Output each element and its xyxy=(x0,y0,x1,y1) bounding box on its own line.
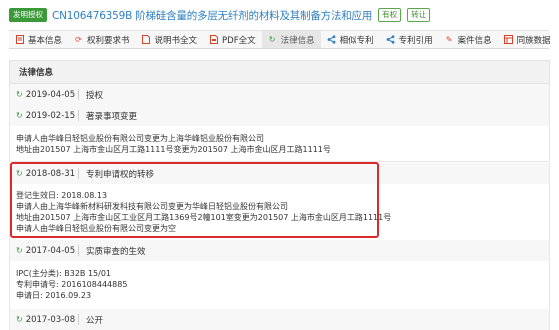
record-header: ↻ 2017-04-05 实质审查的生效 xyxy=(10,240,549,261)
detail-line: 申请日: 2016.09.23 xyxy=(16,291,92,300)
refresh-icon: ↻ xyxy=(16,111,23,120)
detail-line: 登记生效日: 2018.08.13 xyxy=(16,191,108,200)
refresh-icon: ↻ xyxy=(16,90,23,99)
share-icon xyxy=(327,35,336,44)
record-header: ↻ 2019-04-05 授权 xyxy=(10,84,549,105)
legal-record: ↻ 2017-03-08 公开 xyxy=(9,309,550,330)
record-date: 2017-03-08 xyxy=(25,314,76,325)
tab-similar[interactable]: 相似专利 xyxy=(321,31,380,48)
tab-label: 权利要求书 xyxy=(87,35,130,46)
tab-pdf[interactable]: PDF全文 xyxy=(203,31,262,48)
file-icon xyxy=(142,35,151,44)
legal-info-panel: 法律信息 ↻ 2019-04-05 授权 ↻ 2019-02-15 著录事项变更 申… xyxy=(9,60,550,330)
tab-label: 说明书全文 xyxy=(154,35,198,46)
detail-line: 地址由201507 上海市金山区月工路1111号变更为201507 上海市金山区… xyxy=(16,145,331,154)
tab-label: 基本信息 xyxy=(28,35,63,46)
transfer-badge: 转让 xyxy=(407,8,431,22)
tab-label: 专利引用 xyxy=(398,35,433,46)
record-event: 实质审查的生效 xyxy=(86,246,146,257)
tab-citations[interactable]: 专利引用 xyxy=(380,31,439,48)
detail-line: 专利申请号: 2016108444885 xyxy=(16,280,128,289)
sync-icon: ⟳ xyxy=(75,35,82,44)
tab-label: 相似专利 xyxy=(339,35,374,46)
record-date: 2018-08-31 xyxy=(25,168,76,179)
record-details: 申请人由华峰日轻铝业股份有限公司变更为上海华峰铝业股份有限公司 地址由20150… xyxy=(10,126,549,161)
tab-label: 案件信息 xyxy=(457,35,492,46)
tab-label: 同族数据 xyxy=(516,35,551,46)
detail-line: 申请人由上海华峰新材料研发科技有限公司变更为华峰日轻铝业股份有限公司 xyxy=(16,202,288,211)
tab-claims[interactable]: ⟳ 权利要求书 xyxy=(68,31,136,48)
legal-record: ↻ 2018-08-31 专利申请权的转移 登记生效日: 2018.08.13 申… xyxy=(9,163,550,241)
patent-title-bar: 发明授权 CN106476359B 阶梯硅含量的多层无纤剂的材料及其制备方法和应… xyxy=(0,0,559,30)
tab-family[interactable]: 同族数据 xyxy=(498,31,557,48)
detail-line: 地址由201507 上海市金山区工业区月工路1369号2幢101室变更为2015… xyxy=(16,213,392,222)
valid-badge: 有权 xyxy=(378,8,402,22)
legal-record: ↻ 2019-04-05 授权 xyxy=(9,84,550,106)
tab-description[interactable]: 说明书全文 xyxy=(136,31,204,48)
tab-legal-info[interactable]: ↻ 法律信息 xyxy=(261,31,321,48)
detail-line: IPC(主分类): B32B 15/01 xyxy=(16,269,112,278)
record-event: 授权 xyxy=(86,90,104,101)
record-header: ↻ 2017-03-08 公开 xyxy=(10,309,549,330)
link-icon xyxy=(386,35,395,44)
record-event: 专利申请权的转移 xyxy=(86,169,155,180)
tab-case-info[interactable]: ✎ 案件信息 xyxy=(439,31,498,48)
legal-record: ↻ 2019-02-15 著录事项变更 申请人由华峰日轻铝业股份有限公司变更为上海… xyxy=(9,105,550,162)
record-date: 2019-02-15 xyxy=(25,110,76,121)
record-header: ↻ 2018-08-31 专利申请权的转移 xyxy=(10,163,549,184)
document-icon xyxy=(15,35,24,44)
refresh-icon: ↻ xyxy=(16,246,23,255)
record-date: 2017-04-05 xyxy=(25,245,76,256)
status-badge: 发明授权 xyxy=(9,8,47,22)
detail-line: 申请人由华峰日轻铝业股份有限公司变更为空 xyxy=(16,224,176,233)
family-icon xyxy=(503,35,513,44)
tab-basic-info[interactable]: 基本信息 xyxy=(9,31,68,48)
legal-record: ↻ 2017-04-05 实质审查的生效 IPC(主分类): B32B 15/01… xyxy=(9,240,550,310)
refresh-icon: ↻ xyxy=(16,315,23,324)
detail-line: 申请人由华峰日轻铝业股份有限公司变更为上海华峰铝业股份有限公司 xyxy=(16,134,264,143)
patent-title[interactable]: CN106476359B 阶梯硅含量的多层无纤剂的材料及其制备方法和应用 xyxy=(52,8,372,23)
record-event: 著录事项变更 xyxy=(86,111,138,122)
record-date: 2019-04-05 xyxy=(25,89,76,100)
record-details: IPC(主分类): B32B 15/01 专利申请号: 201610844488… xyxy=(10,261,549,309)
section-title: 法律信息 xyxy=(9,60,550,84)
record-details: 登记生效日: 2018.08.13 申请人由上海华峰新材料研发科技有限公司变更为… xyxy=(10,184,549,240)
record-event: 公开 xyxy=(86,315,104,326)
pdf-icon xyxy=(209,35,218,44)
refresh-icon: ↻ xyxy=(16,169,23,178)
tab-label: PDF全文 xyxy=(222,35,256,46)
tab-bar: 基本信息 ⟳ 权利要求书 说明书全文 PDF全文 ↻ 法律信息 相似专利 专利引… xyxy=(9,30,551,49)
tab-label: 法律信息 xyxy=(280,35,315,46)
edit-icon: ✎ xyxy=(445,35,453,44)
refresh-icon: ↻ xyxy=(268,35,276,44)
record-header: ↻ 2019-02-15 著录事项变更 xyxy=(10,105,549,126)
